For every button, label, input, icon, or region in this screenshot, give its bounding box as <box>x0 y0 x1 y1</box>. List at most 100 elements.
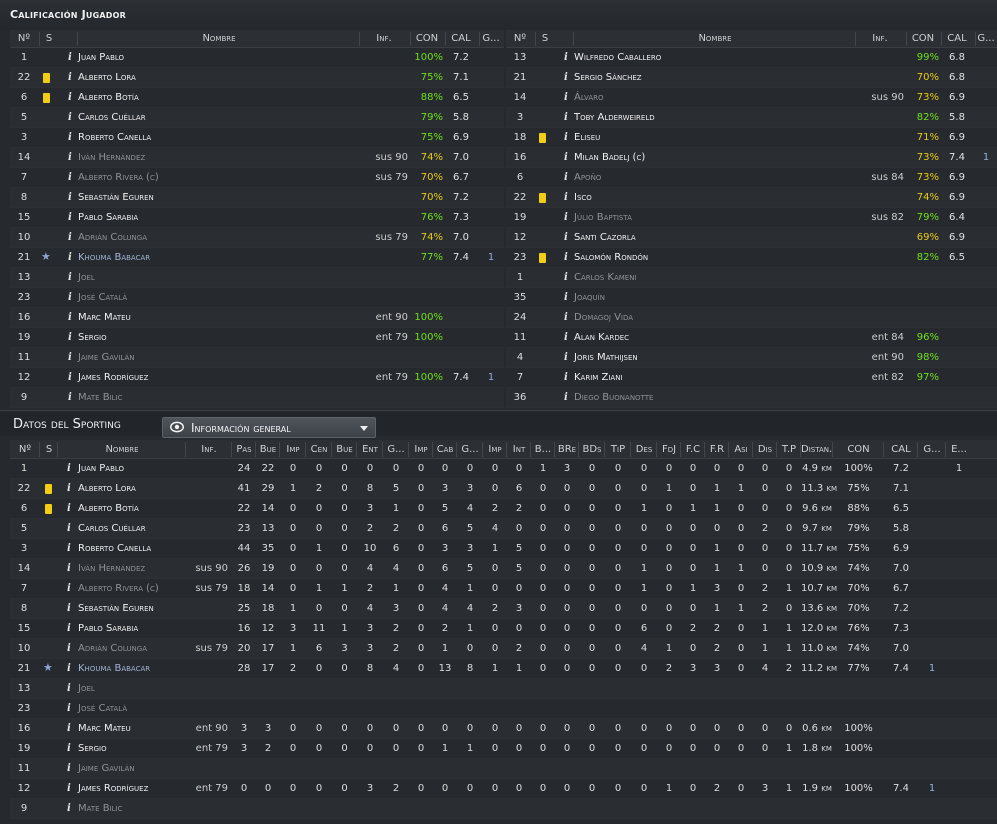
stats-header-col[interactable]: B... <box>531 444 555 455</box>
stats-row[interactable]: 14 i Iván Hernández sus 90 26 19 0 0 0 4 4 0 6 5 0 5 0 0 0… <box>10 559 997 579</box>
stats-row[interactable]: 8 i Sebastián Eguren 25 18 1 0 0 4 3 0 4 4 2 3 0 0 0 0 0 0 0 1… <box>10 599 997 619</box>
player-name[interactable]: Marc Mateu <box>78 312 131 324</box>
player-name[interactable]: José Català <box>78 703 127 715</box>
player-row[interactable]: 1 i Juan Pablo 100% 7.2 <box>10 48 504 68</box>
player-name[interactable]: Alberto Lora <box>78 483 136 495</box>
player-name[interactable]: Álvaro <box>574 92 603 104</box>
player-name[interactable]: Sergio <box>78 743 107 755</box>
player-info-icon[interactable]: i <box>67 763 71 775</box>
player-name[interactable]: Eliseu <box>574 132 600 144</box>
player-row[interactable]: 21 i Sergio Sánchez 70% 6.8 <box>506 68 997 88</box>
player-row[interactable]: 4 i Joris Mathijsen ent 90 98% <box>506 348 997 368</box>
player-row[interactable]: 5 i Carlos Cuéllar 79% 5.8 <box>10 108 504 128</box>
stats-row[interactable]: 11 i Jaime Gavilán <box>10 759 997 779</box>
player-row[interactable]: 11 i Jaime Gavilán <box>10 348 504 368</box>
player-info-icon[interactable]: i <box>68 112 72 124</box>
stats-header-col[interactable]: G... <box>383 444 409 455</box>
player-info-icon[interactable]: i <box>68 332 72 344</box>
player-name[interactable]: Juan Pablo <box>78 52 124 64</box>
player-info-icon[interactable]: i <box>67 463 71 475</box>
player-info-icon[interactable]: i <box>564 332 568 344</box>
stats-header-col[interactable]: Distan... <box>801 444 833 455</box>
stats-header-col[interactable]: E... <box>946 444 972 455</box>
stats-header-col[interactable]: Bue <box>332 444 357 455</box>
player-name[interactable]: Carlos Cuéllar <box>78 112 146 124</box>
stats-header-col[interactable]: Nombre <box>58 444 186 455</box>
player-info-icon[interactable]: i <box>68 52 72 64</box>
player-name[interactable]: Iván Hernández <box>78 152 145 164</box>
player-info-icon[interactable]: i <box>564 292 568 304</box>
stats-header-col[interactable]: TiP <box>605 444 631 455</box>
player-row[interactable]: 23 i José Català <box>10 288 504 308</box>
player-name[interactable]: Juan Pablo <box>78 463 124 475</box>
player-row[interactable]: 22 i Isco 74% 6.9 <box>506 188 997 208</box>
stats-row[interactable]: 21 ★ i Khouma Babacar 28 17 2 0 0 8 4 0 13 8 1 1 0 0 0 0 0 2 3… <box>10 659 997 679</box>
header-name[interactable]: Nombre <box>574 33 856 44</box>
player-info-icon[interactable]: i <box>68 192 72 204</box>
player-info-icon[interactable]: i <box>67 783 71 795</box>
player-info-icon[interactable]: i <box>67 743 71 755</box>
stats-header-col[interactable]: Imp <box>409 444 433 455</box>
header-inf[interactable]: Inf. <box>856 33 904 44</box>
player-row[interactable]: 23 i Salomón Rondón 82% 6.5 <box>506 248 997 268</box>
player-info-icon[interactable]: i <box>67 643 71 655</box>
player-row[interactable]: 19 i Sergio ent 79 100% <box>10 328 504 348</box>
player-info-icon[interactable]: i <box>564 212 568 224</box>
player-name[interactable]: Carlos Kameni <box>574 272 637 284</box>
stats-header-col[interactable]: CON <box>833 444 884 455</box>
player-info-icon[interactable]: i <box>67 563 71 575</box>
player-name[interactable]: Pablo Sarabia <box>78 623 138 635</box>
player-row[interactable]: 9 i Mate Bilic <box>10 388 504 408</box>
stats-row[interactable]: 7 i Alberto Rivera (c) sus 79 18 14 0 1 1 2 1 0 4 1 0 0… <box>10 579 997 599</box>
player-name[interactable]: Adrián Colunga <box>78 232 147 244</box>
player-name[interactable]: Milan Badelj (c) <box>574 152 645 164</box>
stats-header-col[interactable]: F.C <box>681 444 705 455</box>
header-s[interactable]: S <box>40 33 58 44</box>
player-row[interactable]: 8 i Sebastián Eguren 70% 7.2 <box>10 188 504 208</box>
player-info-icon[interactable]: i <box>68 392 72 404</box>
player-info-icon[interactable]: i <box>67 523 71 535</box>
player-name[interactable]: Alberto Rivera (c) <box>78 172 159 184</box>
stats-header-col[interactable]: Cab <box>433 444 457 455</box>
player-info-icon[interactable]: i <box>68 92 72 104</box>
header-g[interactable]: G... <box>976 33 996 44</box>
player-info-icon[interactable]: i <box>67 723 71 735</box>
player-name[interactable]: Khouma Babacar <box>78 663 150 675</box>
player-info-icon[interactable]: i <box>564 252 568 264</box>
player-info-icon[interactable]: i <box>67 543 71 555</box>
stats-row[interactable]: 13 i Joel <box>10 679 997 699</box>
header-name[interactable]: Nombre <box>78 33 360 44</box>
player-name[interactable]: James Rodríguez <box>78 372 148 384</box>
player-info-icon[interactable]: i <box>68 312 72 324</box>
player-info-icon[interactable]: i <box>564 352 568 364</box>
player-info-icon[interactable]: i <box>564 372 568 384</box>
player-info-icon[interactable]: i <box>68 132 72 144</box>
stats-header-col[interactable]: Int <box>507 444 531 455</box>
player-name[interactable]: Alberto Rivera (c) <box>78 583 159 595</box>
header-num[interactable]: Nº <box>10 33 38 44</box>
player-name[interactable]: Joel <box>78 272 95 284</box>
player-name[interactable]: Júlio Baptista <box>574 212 632 224</box>
stats-row[interactable]: 10 i Adrián Colunga sus 79 20 17 1 6 3 3 2 0 1 0 0 2 0 0 0… <box>10 639 997 659</box>
header-con[interactable]: CON <box>411 33 443 44</box>
player-name[interactable]: Jaime Gavilán <box>78 763 134 775</box>
player-row[interactable]: 6 i Alberto Botía 88% 6.5 <box>10 88 504 108</box>
stats-header-col[interactable]: Nº <box>10 444 40 455</box>
player-info-icon[interactable]: i <box>68 352 72 364</box>
player-row[interactable]: 3 i Roberto Canella 75% 6.9 <box>10 128 504 148</box>
stats-row[interactable]: 9 i Mate Bilic <box>10 799 997 819</box>
player-row[interactable]: 1 i Carlos Kameni <box>506 268 997 288</box>
player-info-icon[interactable]: i <box>67 623 71 635</box>
player-name[interactable]: Pablo Sarabia <box>78 212 138 224</box>
player-info-icon[interactable]: i <box>68 372 72 384</box>
stats-header-col[interactable]: Imp <box>483 444 507 455</box>
player-info-icon[interactable]: i <box>67 483 71 495</box>
player-info-icon[interactable]: i <box>564 132 568 144</box>
header-g[interactable]: G... <box>480 33 502 44</box>
player-info-icon[interactable]: i <box>564 392 568 404</box>
player-name[interactable]: Mate Bilic <box>78 803 123 815</box>
player-name[interactable]: Wilfredo Caballero <box>574 52 661 64</box>
stats-header-col[interactable]: Cen <box>306 444 332 455</box>
player-name[interactable]: Jaime Gavilán <box>78 352 134 364</box>
stats-header-col[interactable]: Asi <box>729 444 753 455</box>
